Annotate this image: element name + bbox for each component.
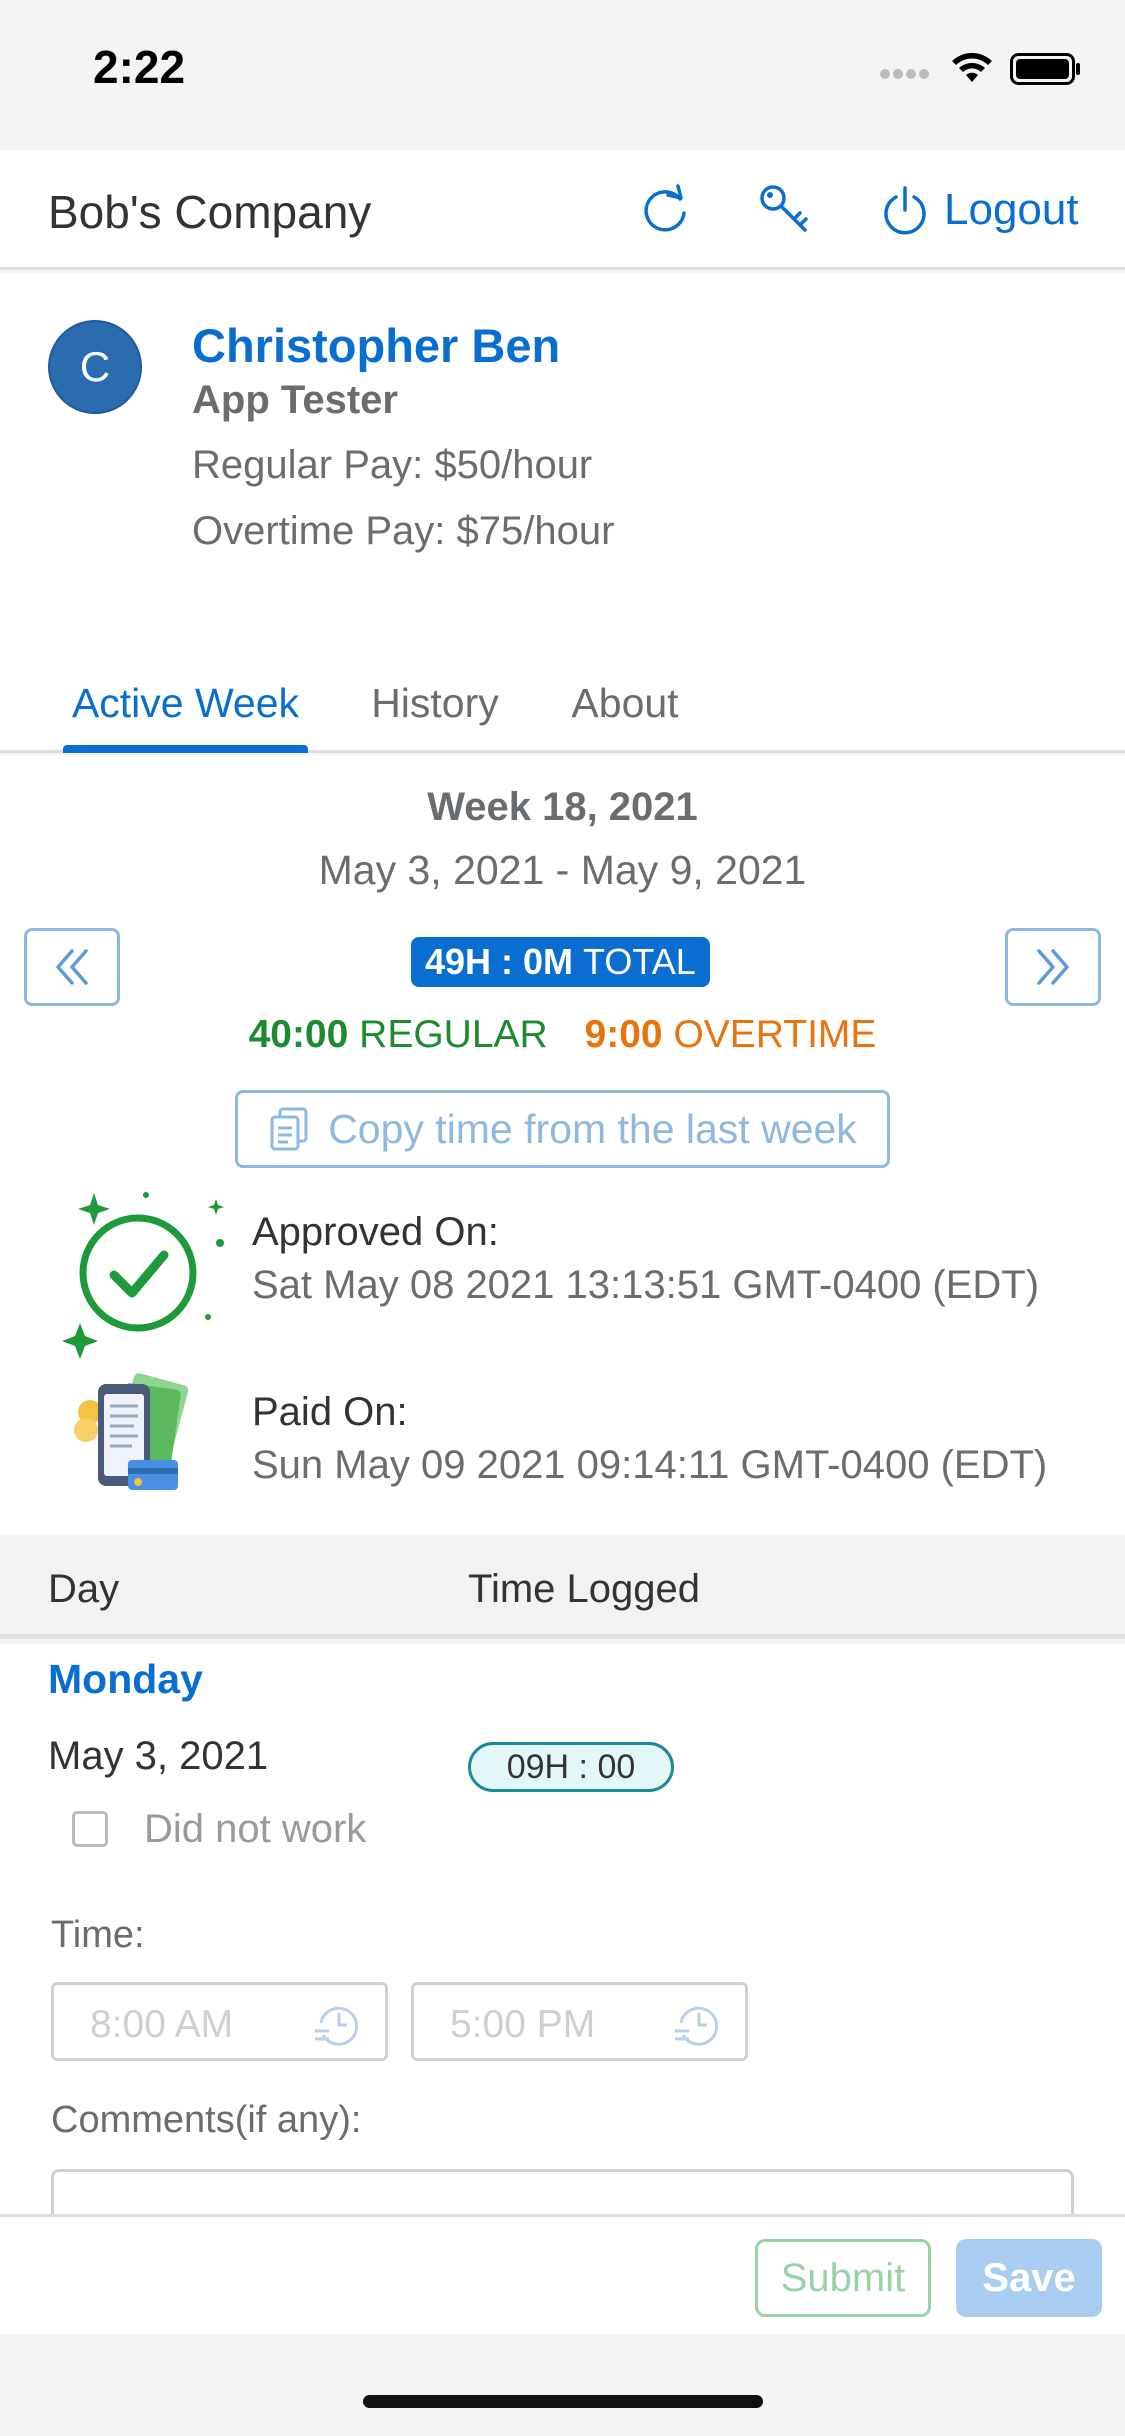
timesheet-table-header: Day Time Logged xyxy=(0,1537,1125,1639)
refresh-icon xyxy=(644,184,686,232)
approved-label: Approved On: xyxy=(252,1210,499,1254)
week-title: Week 18, 2021 xyxy=(427,785,698,829)
approved-icon xyxy=(62,1192,224,1359)
column-header-day: Day xyxy=(48,1567,120,1611)
day-date: May 3, 2021 xyxy=(48,1734,269,1778)
time-label: Time: xyxy=(51,1914,145,1956)
start-time-field[interactable]: 8:00 AM xyxy=(51,1982,388,2061)
status-bar: 2:22 xyxy=(0,0,1125,150)
change-password-button[interactable] xyxy=(758,178,818,242)
profile-card: C Christopher Ben App Tester Regular Pay… xyxy=(0,273,1125,753)
column-header-time-logged: Time Logged xyxy=(468,1567,700,1611)
submit-button[interactable]: Submit xyxy=(755,2239,931,2317)
did-not-work-label: Did not work xyxy=(144,1807,367,1851)
copy-last-week-label: Copy time from the last week xyxy=(328,1105,857,1152)
regular-hours-label: REGULAR xyxy=(359,1013,548,1056)
hours-breakdown: 40:00 REGULAR 9:00 OVERTIME xyxy=(0,1013,1125,1057)
wifi-icon xyxy=(952,53,992,82)
approved-date: Sat May 08 2021 13:13:51 GMT-0400 (EDT) xyxy=(252,1263,1040,1307)
time-logged-badge: 09H : 00 xyxy=(468,1742,674,1792)
employee-name: Christopher Ben xyxy=(192,319,561,372)
action-footer: Submit Save xyxy=(0,2214,1125,2334)
status-time: 2:22 xyxy=(93,41,186,93)
app-header: Bob's Company Logout xyxy=(0,150,1125,270)
week-range: May 3, 2021 - May 9, 2021 xyxy=(318,847,807,893)
comments-label: Comments(if any): xyxy=(51,2099,362,2141)
total-hours-badge: 49H : 0M TOTAL xyxy=(411,937,710,987)
paid-label: Paid On: xyxy=(252,1390,408,1434)
power-icon xyxy=(884,186,926,235)
active-tab-indicator xyxy=(63,745,308,753)
overtime-hours-label: OVERTIME xyxy=(673,1013,877,1056)
tab-bar: Active Week History About xyxy=(0,653,1125,753)
previous-week-button[interactable] xyxy=(24,928,120,1006)
time-picker-icon xyxy=(315,2006,359,2046)
key-icon xyxy=(760,185,808,232)
copy-icon xyxy=(270,1107,308,1151)
avatar: C xyxy=(48,320,142,414)
company-name: Bob's Company xyxy=(48,186,372,238)
tab-active-week[interactable]: Active Week xyxy=(63,653,308,753)
regular-pay: Regular Pay: $50/hour xyxy=(192,443,593,487)
week-summary: Week 18, 2021 May 3, 2021 - May 9, 2021 … xyxy=(0,755,1125,1535)
did-not-work-checkbox[interactable] xyxy=(72,1811,108,1847)
total-hours-label: TOTAL xyxy=(583,941,696,982)
battery-icon xyxy=(1010,53,1080,85)
overtime-hours-value: 9:00 xyxy=(584,1013,663,1056)
home-indicator xyxy=(363,2395,763,2408)
tab-about[interactable]: About xyxy=(560,653,690,753)
paid-icon xyxy=(74,1373,189,1490)
double-chevron-right-icon xyxy=(1037,949,1069,985)
refresh-button[interactable] xyxy=(640,178,696,242)
double-chevron-left-icon xyxy=(56,949,88,985)
signal-icon xyxy=(880,66,932,84)
next-week-button[interactable] xyxy=(1005,928,1101,1006)
employee-role: App Tester xyxy=(192,378,398,422)
save-button[interactable]: Save xyxy=(956,2239,1102,2317)
overtime-pay: Overtime Pay: $75/hour xyxy=(192,509,615,553)
logout-label: Logout xyxy=(944,185,1079,234)
day-name: Monday xyxy=(48,1656,203,1702)
regular-hours-value: 40:00 xyxy=(248,1013,349,1056)
end-time-field[interactable]: 5:00 PM xyxy=(411,1982,748,2061)
end-time-value: 5:00 PM xyxy=(450,2003,596,2046)
copy-last-week-button[interactable]: Copy time from the last week xyxy=(235,1090,890,1168)
paid-date: Sun May 09 2021 09:14:11 GMT-0400 (EDT) xyxy=(252,1443,1048,1487)
day-entry-monday: Monday May 3, 2021 09H : 00 Did not work… xyxy=(0,1644,1125,2229)
start-time-value: 8:00 AM xyxy=(90,2003,234,2046)
tab-history[interactable]: History xyxy=(355,653,515,753)
logout-button[interactable]: Logout xyxy=(882,178,1079,242)
total-hours-value: 49H : 0M xyxy=(425,941,574,982)
time-picker-icon xyxy=(675,2006,719,2046)
